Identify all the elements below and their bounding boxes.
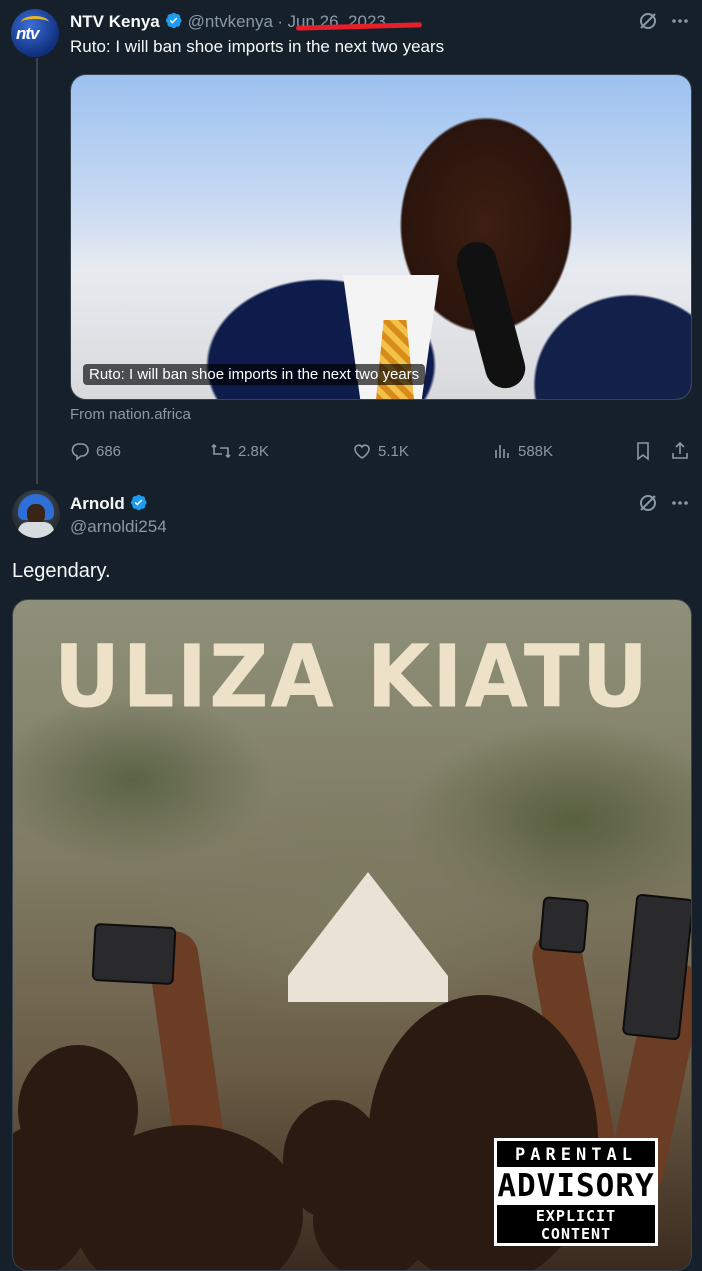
card-caption: Ruto: I will ban shoe imports in the nex…: [83, 364, 426, 385]
avatar-face: [27, 504, 45, 524]
retweet-icon: [210, 441, 232, 461]
reply-icon: [70, 441, 90, 461]
crowd-head: [313, 1160, 433, 1270]
separator-dot: ·: [277, 12, 284, 31]
advisory-line2: ADVISORY: [497, 1167, 655, 1205]
link-card[interactable]: Ruto: I will ban shoe imports in the nex…: [70, 74, 692, 400]
parental-advisory-label: PARENTAL ADVISORY EXPLICIT CONTENT: [494, 1138, 658, 1246]
reply-button[interactable]: 686: [70, 441, 121, 461]
heart-icon: [352, 441, 372, 461]
share-icon[interactable]: [670, 441, 690, 461]
retweet-button[interactable]: 2.8K: [210, 441, 269, 461]
grok-icon[interactable]: [638, 493, 658, 513]
card-source[interactable]: From nation.africa: [70, 406, 191, 423]
more-options-icon[interactable]: [670, 493, 690, 513]
card-image: [71, 75, 691, 399]
display-name[interactable]: NTV Kenya: [70, 12, 160, 31]
tweet1-text: Ruto: I will ban shoe imports in the nex…: [70, 37, 445, 56]
phone: [538, 896, 590, 954]
microphone: [452, 237, 530, 393]
like-count: 5.1K: [378, 442, 409, 460]
grok-icon[interactable]: [638, 11, 658, 31]
like-button[interactable]: 5.1K: [352, 441, 409, 461]
album-title: ULIZA KIATU: [53, 627, 651, 728]
verified-badge-icon: [129, 493, 148, 512]
phone: [91, 922, 177, 986]
tweet2-header: Arnold: [70, 493, 148, 514]
retweet-count: 2.8K: [238, 442, 269, 460]
more-options-icon[interactable]: [670, 11, 690, 31]
album-cover-image[interactable]: ULIZA KIATU PARENTAL ADVISORY EXPLICIT C…: [12, 599, 692, 1271]
views-button[interactable]: 588K: [492, 441, 553, 461]
views-chart-icon: [492, 441, 512, 461]
view-count: 588K: [518, 442, 554, 460]
display-name[interactable]: Arnold: [70, 494, 125, 513]
reply-count: 686: [96, 442, 122, 460]
bookmark-icon[interactable]: [633, 441, 653, 461]
advisory-line3: EXPLICIT CONTENT: [535, 1207, 617, 1243]
arnold-avatar[interactable]: [12, 490, 60, 538]
user-handle[interactable]: @ntvkenya: [188, 12, 273, 31]
avatar-body: [18, 522, 54, 538]
user-handle[interactable]: @arnoldi254: [70, 517, 167, 537]
avatar-logo-text: ntv: [16, 24, 39, 43]
ntv-kenya-avatar[interactable]: ntv: [11, 9, 59, 57]
verified-badge-icon: [164, 11, 183, 30]
advisory-line1: PARENTAL: [515, 1145, 637, 1165]
tweet2-text: Legendary.: [12, 560, 111, 582]
thread-connector: [36, 58, 38, 484]
